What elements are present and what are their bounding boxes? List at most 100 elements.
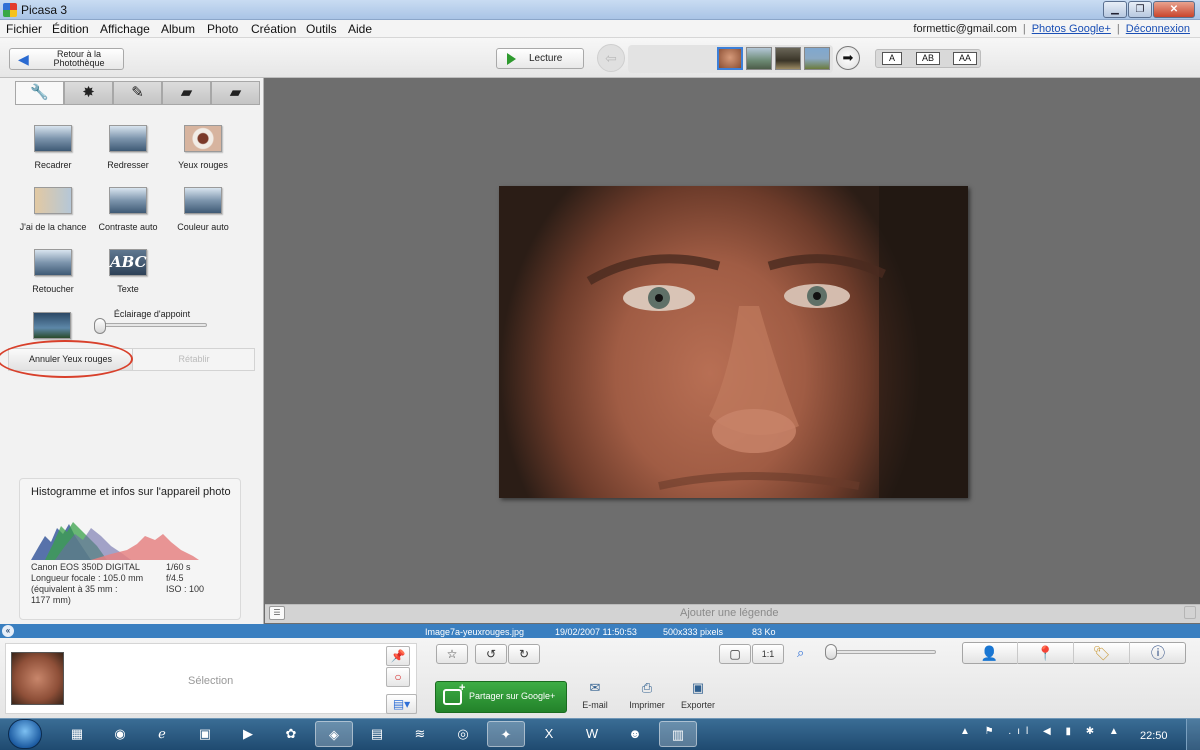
film-thumb[interactable]	[746, 47, 772, 70]
hold-pin-icon[interactable]: 📌	[386, 646, 410, 666]
caption-mode-a[interactable]: A	[882, 52, 902, 65]
menu-affichage[interactable]: Affichage	[100, 22, 150, 36]
tool-straighten[interactable]: Redresser	[89, 125, 167, 183]
text-icon: ABC	[109, 249, 147, 276]
menu-outils[interactable]: Outils	[306, 22, 337, 36]
tool-retouch[interactable]: Retoucher	[14, 249, 92, 307]
caption-delete-icon[interactable]	[1184, 606, 1196, 619]
info-button[interactable]: ⓘ	[1130, 642, 1186, 664]
minimize-button[interactable]: ▁	[1103, 1, 1127, 18]
zoom-slider[interactable]	[826, 650, 936, 654]
previous-photo-button[interactable]: ⇦	[597, 44, 625, 72]
sun-tuning-icon: ✸	[82, 84, 95, 101]
photos-google-link[interactable]: Photos Google+	[1032, 23, 1111, 35]
app-icon[interactable]: ✿	[272, 721, 310, 747]
selection-thumbnail[interactable]	[11, 652, 64, 705]
tool-auto-color[interactable]: Couleur auto	[164, 187, 242, 245]
red-eye-icon	[184, 125, 222, 152]
share-google-plus-button[interactable]: + Partager sur Google+	[435, 681, 567, 713]
straighten-icon	[109, 125, 147, 152]
email-icon: ✉	[589, 680, 601, 695]
photo-preview[interactable]	[499, 186, 968, 498]
tab-effects-2[interactable]: ▰	[162, 81, 211, 105]
email-label: E-mail	[582, 700, 608, 710]
logout-link[interactable]: Déconnexion	[1126, 23, 1190, 35]
film-thumb-current[interactable]	[717, 47, 743, 70]
clear-selection-icon[interactable]: ○	[386, 667, 410, 687]
film-thumb[interactable]	[775, 47, 801, 70]
app-icon[interactable]: ▣	[186, 721, 224, 747]
menu-edition[interactable]: Édition	[52, 22, 89, 36]
exif-aperture: f/4.5	[166, 573, 184, 583]
picasa-taskbar-icon[interactable]: ✦	[487, 721, 525, 747]
internet-explorer-icon[interactable]: ℯ	[143, 721, 181, 747]
fit-view-button[interactable]: ▢	[719, 644, 751, 664]
menu-photo[interactable]: Photo	[207, 22, 238, 36]
caption-mode-ab[interactable]: AB	[916, 52, 940, 65]
app-icon[interactable]: ≋	[401, 721, 439, 747]
film-thumb[interactable]	[804, 47, 830, 70]
redo-button[interactable]: Rétablir	[134, 349, 254, 370]
back-arrow-icon: ◀	[18, 51, 29, 67]
caption-mode-aa[interactable]: AA	[953, 52, 977, 65]
tab-effects[interactable]: ✎	[113, 81, 162, 105]
effects-icon: ▰	[180, 84, 193, 101]
auto-color-icon	[184, 187, 222, 214]
brush-icon: ✎	[131, 84, 144, 101]
people-button[interactable]: 👤	[962, 642, 1018, 664]
clock[interactable]: 22:50	[1140, 730, 1168, 742]
actual-size-button[interactable]: 1:1	[752, 644, 784, 664]
maximize-button[interactable]: ❐	[1128, 1, 1152, 18]
chrome-icon[interactable]: ◎	[444, 721, 482, 747]
fill-light-slider-handle[interactable]	[94, 318, 106, 334]
close-button[interactable]: ✕	[1153, 1, 1195, 18]
firefox-icon[interactable]: ◉	[101, 721, 139, 747]
back-to-library-button[interactable]: ◀ Retour à la Photothèque	[9, 48, 124, 70]
next-photo-button[interactable]: ➡	[836, 46, 860, 70]
tab-effects-3[interactable]: ▰	[211, 81, 260, 105]
caption-list-icon[interactable]: ☰	[269, 606, 285, 620]
tool-text[interactable]: ABC Texte	[89, 249, 167, 307]
excel-icon[interactable]: X	[530, 721, 568, 747]
rotate-left-button[interactable]: ↺	[475, 644, 507, 664]
fill-light-label: Éclairage d'appoint	[113, 309, 191, 319]
exif-shutter: 1/60 s	[166, 562, 191, 572]
zoom-slider-handle[interactable]	[825, 644, 837, 660]
word-icon[interactable]: W	[573, 721, 611, 747]
places-button[interactable]: 📍	[1018, 642, 1074, 664]
menu-aide[interactable]: Aide	[348, 22, 372, 36]
play-icon	[507, 53, 516, 65]
start-button-icon[interactable]	[8, 719, 42, 749]
exif-camera-model: Canon EOS 350D DIGITAL	[31, 562, 140, 572]
system-tray-icons[interactable]: ▲ ⚑ .ıl ◀ ▮ ✱ ▲	[960, 726, 1125, 737]
rotate-right-icon: ↻	[518, 647, 530, 661]
app-icon[interactable]: ☻	[616, 721, 654, 747]
retouch-icon	[34, 249, 72, 276]
info-datetime: 19/02/2007 11:50:53	[555, 627, 637, 637]
tool-red-eye[interactable]: Yeux rouges	[164, 125, 242, 183]
menu-album[interactable]: Album	[161, 22, 195, 36]
tool-auto-contrast[interactable]: Contraste auto	[89, 187, 167, 245]
show-desktop-button[interactable]	[1186, 719, 1200, 750]
app-icon[interactable]: ▤	[358, 721, 396, 747]
tool-lucky[interactable]: J'ai de la chance	[14, 187, 92, 245]
star-button[interactable]: ☆	[436, 644, 468, 664]
caption-input[interactable]: Ajouter une légende	[680, 607, 778, 619]
menu-fichier[interactable]: Fichier	[6, 22, 42, 36]
menu-creation[interactable]: Création	[251, 22, 296, 36]
collapse-tray-icon[interactable]: «	[2, 625, 14, 637]
tags-button[interactable]: 🏷	[1074, 642, 1130, 664]
media-player-icon[interactable]: ▶	[229, 721, 267, 747]
explorer-icon[interactable]: ▦	[58, 721, 96, 747]
export-icon: ▣	[691, 680, 705, 695]
app-icon[interactable]: ▥	[659, 721, 697, 747]
window-title: Picasa 3	[21, 3, 68, 17]
tab-tuning[interactable]: ✸	[64, 81, 113, 105]
fill-light-slider[interactable]	[97, 323, 207, 327]
rotate-right-button[interactable]: ↻	[508, 644, 540, 664]
add-to-album-icon[interactable]: ▤▾	[386, 694, 417, 714]
slideshow-play-button[interactable]: Lecture	[496, 48, 584, 69]
tool-crop[interactable]: Recadrer	[14, 125, 92, 183]
app-icon[interactable]: ◈	[315, 721, 353, 747]
tab-basic-fixes[interactable]: 🔧	[15, 81, 64, 105]
